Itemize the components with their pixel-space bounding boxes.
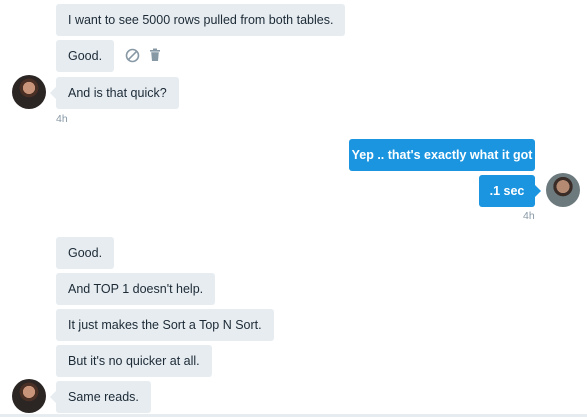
message-bubble[interactable]: Good. [56, 237, 115, 269]
message-bubble[interactable]: And TOP 1 doesn't help. [56, 273, 216, 305]
message-text: Good. [68, 49, 103, 63]
message-text: Yep .. that's exactly what it got [351, 148, 533, 162]
message-bubble[interactable]: It just makes the Sort a Top N Sort. [56, 309, 274, 341]
message-bubble[interactable]: But it's no quicker at all. [56, 345, 212, 377]
message-text: And is that quick? [68, 86, 167, 100]
message-bubble[interactable]: Good. [56, 40, 115, 72]
message-text: But it's no quicker at all. [68, 354, 200, 368]
message-bubble[interactable]: And is that quick? [56, 77, 179, 109]
timestamp: 4h [523, 210, 535, 222]
bubble-tail [535, 185, 541, 197]
message-text: It just makes the Sort a Top N Sort. [68, 318, 262, 332]
avatar[interactable] [12, 379, 46, 413]
message-bubble[interactable]: .1 sec [479, 175, 535, 207]
block-icon[interactable] [125, 48, 140, 63]
message-bubble[interactable]: Yep .. that's exactly what it got [349, 139, 535, 171]
message-text: I want to see 5000 rows pulled from both… [68, 13, 334, 27]
dm-conversation: I want to see 5000 rows pulled from both… [0, 0, 587, 417]
message-bubble[interactable]: Same reads. [56, 381, 151, 413]
message-text: And TOP 1 doesn't help. [68, 282, 204, 296]
message-bubble[interactable]: I want to see 5000 rows pulled from both… [56, 4, 346, 36]
message-text: .1 sec [489, 184, 525, 198]
message-text: Good. [68, 246, 103, 260]
avatar[interactable] [12, 75, 46, 109]
trash-icon[interactable] [149, 48, 161, 62]
avatar[interactable] [546, 173, 580, 207]
message-text: Same reads. [68, 390, 139, 404]
timestamp: 4h [56, 113, 68, 125]
